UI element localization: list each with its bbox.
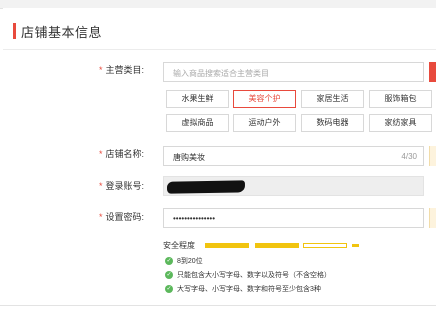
password-rule: ✓ 大写字母、小写字母、数字和符号至少包含3种 <box>165 285 321 294</box>
store-name-tip <box>429 146 436 166</box>
category-option-digital[interactable]: 数码电器 <box>301 114 364 132</box>
login-account-label: * 登录账号: <box>99 181 145 191</box>
password-rule: ✓ 只能包含大小写字母、数字以及符号（不含空格） <box>165 271 331 280</box>
strength-segment <box>205 243 249 248</box>
check-icon: ✓ <box>165 285 173 294</box>
required-marker: * <box>99 65 103 75</box>
category-option-apparel[interactable]: 服饰箱包 <box>369 90 432 108</box>
store-name-label: * 店铺名称: <box>99 149 145 159</box>
required-marker: * <box>99 212 103 222</box>
password-tip <box>429 208 436 228</box>
password-rule: ✓ 8到20位 <box>165 257 203 266</box>
strength-label: 安全程度 <box>163 241 195 250</box>
store-name-input[interactable]: 唐购美妆 4/30 <box>163 146 424 166</box>
password-input[interactable]: ••••••••••••••• <box>163 208 424 228</box>
main-category-label: * 主营类目: <box>99 65 145 75</box>
password-label: * 设置密码: <box>99 212 145 222</box>
strength-segment <box>255 243 299 248</box>
section-title: 店铺基本信息 <box>21 25 103 40</box>
check-icon: ✓ <box>165 257 173 266</box>
section-accent-bar <box>13 23 16 39</box>
login-account-input <box>163 176 424 196</box>
required-marker: * <box>99 181 103 191</box>
category-option-fruit[interactable]: 水果生鲜 <box>166 90 229 108</box>
strength-end-mark <box>352 244 359 247</box>
store-name-counter: 4/30 <box>401 152 417 161</box>
check-icon: ✓ <box>165 271 173 280</box>
section-header: 店铺基本信息 <box>3 8 436 50</box>
category-search-button[interactable] <box>429 62 436 82</box>
category-search-placeholder: 输入商品搜索适合主营类目 <box>173 69 269 78</box>
category-option-home[interactable]: 家居生活 <box>301 90 364 108</box>
category-option-virtual[interactable]: 虚拟商品 <box>166 114 229 132</box>
store-name-value: 唐购美妆 <box>173 153 205 162</box>
redacted-account <box>166 180 246 194</box>
strength-segment <box>303 243 347 248</box>
bottom-border <box>0 305 436 306</box>
category-option-furniture[interactable]: 家纺家具 <box>369 114 432 132</box>
category-option-beauty[interactable]: 美容个护 <box>233 90 296 108</box>
required-marker: * <box>99 149 103 159</box>
password-value: ••••••••••••••• <box>173 214 216 223</box>
category-option-outdoor[interactable]: 运动户外 <box>233 114 296 132</box>
category-search-input[interactable]: 输入商品搜索适合主营类目 <box>163 62 424 82</box>
